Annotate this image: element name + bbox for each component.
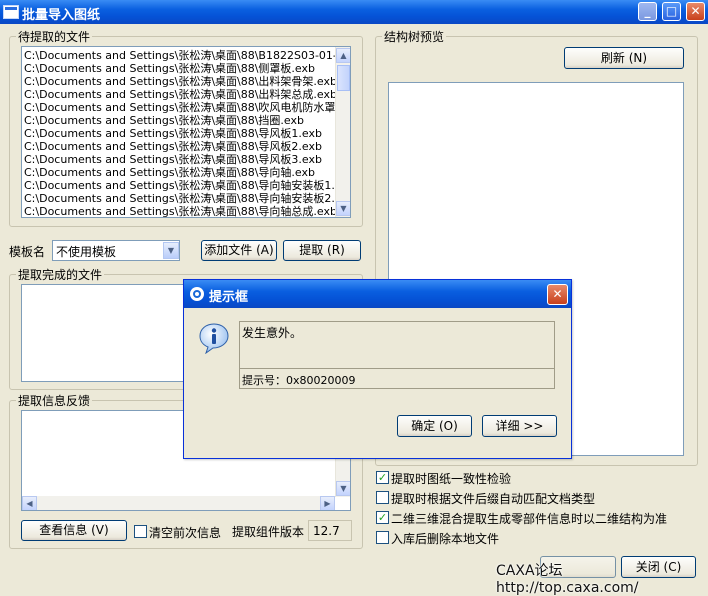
pending-file-item[interactable]: C:\Documents and Settings\张松涛\桌面\88\导向轴安… bbox=[22, 192, 335, 205]
close-button[interactable]: ✕ bbox=[686, 2, 705, 21]
pending-file-item[interactable]: C:\Documents and Settings\张松涛\桌面\88\导向轴.… bbox=[22, 166, 335, 179]
option-label: 二维三维混合提取生成零部件信息时以二维结构为准 bbox=[391, 512, 668, 526]
dialog-app-icon bbox=[190, 287, 204, 301]
feedback-hscroll[interactable]: ◀ ▶ bbox=[22, 496, 335, 510]
done-files-legend: 提取完成的文件 bbox=[18, 268, 103, 282]
pending-file-item[interactable]: C:\Documents and Settings\张松涛\桌面\88\导风板2… bbox=[22, 140, 335, 153]
chevron-down-icon[interactable]: ▼ bbox=[163, 242, 179, 259]
template-selected-value: 不使用模板 bbox=[56, 245, 117, 259]
message-box: 发生意外。 提示号：0x80020009 bbox=[239, 321, 555, 389]
window-icon bbox=[3, 5, 19, 19]
window-title: 批量导入图纸 bbox=[22, 8, 101, 23]
pending-files-scrollbar[interactable]: ▲ ▼ bbox=[335, 47, 350, 217]
extract-button[interactable]: 提取 (R) bbox=[283, 240, 361, 261]
pending-file-item[interactable]: C:\Documents and Settings\张松涛\桌面\88\导向轴总… bbox=[22, 205, 335, 217]
template-select[interactable]: 不使用模板 ▼ bbox=[52, 240, 180, 261]
scroll-right-arrow-icon[interactable]: ▶ bbox=[320, 496, 335, 510]
pending-files-legend: 待提取的文件 bbox=[18, 30, 91, 44]
message-dialog: 提示框 ✕ 发生意外。 提示号：0x80020009 确定 (O) 详细 >> bbox=[183, 279, 572, 459]
option-checkbox[interactable] bbox=[376, 531, 389, 544]
version-label: 提取组件版本 bbox=[232, 525, 305, 539]
scroll-thumb[interactable] bbox=[337, 65, 350, 91]
scroll-up-arrow-icon[interactable]: ▲ bbox=[336, 48, 350, 63]
pending-file-item[interactable]: C:\Documents and Settings\张松涛\桌面\88\挡圈.e… bbox=[22, 114, 335, 127]
pending-file-item[interactable]: C:\Documents and Settings\张松涛\桌面\88\导风板3… bbox=[22, 153, 335, 166]
feedback-legend: 提取信息反馈 bbox=[18, 394, 91, 408]
pending-file-item[interactable]: C:\Documents and Settings\张松涛\桌面\88\侧罩板.… bbox=[22, 62, 335, 75]
option-label: 提取时图纸一致性检验 bbox=[391, 472, 512, 486]
tree-preview-legend: 结构树预览 bbox=[384, 30, 445, 44]
clear-previous-label: 清空前次信息 bbox=[149, 526, 222, 540]
maximize-button[interactable]: □ bbox=[662, 2, 681, 21]
refresh-button[interactable]: 刷新 (N) bbox=[564, 47, 684, 69]
pending-files-list[interactable]: C:\Documents and Settings\张松涛\桌面\88\B182… bbox=[21, 46, 351, 218]
clear-previous-checkbox[interactable] bbox=[134, 525, 147, 538]
pending-file-item[interactable]: C:\Documents and Settings\张松涛\桌面\88\吹风电机… bbox=[22, 101, 335, 114]
option-label: 入库后删除本地文件 bbox=[391, 532, 500, 546]
template-label: 模板名 bbox=[9, 245, 46, 259]
pending-file-item[interactable]: C:\Documents and Settings\张松涛\桌面\88\B182… bbox=[22, 49, 335, 62]
option-checkbox[interactable]: ✓ bbox=[376, 471, 389, 484]
dialog-title: 提示框 bbox=[209, 290, 249, 305]
scroll-left-arrow-icon[interactable]: ◀ bbox=[22, 496, 37, 510]
dialog-close-icon[interactable]: ✕ bbox=[547, 284, 568, 305]
option-label: 提取时根据文件后缀自动匹配文档类型 bbox=[391, 492, 596, 506]
info-icon bbox=[198, 322, 230, 355]
version-value: 12.7 bbox=[308, 520, 352, 541]
dialog-error-code: 提示号：0x80020009 bbox=[242, 374, 356, 387]
add-file-button[interactable]: 添加文件 (A) bbox=[201, 240, 277, 261]
details-button[interactable]: 详细 >> bbox=[482, 415, 557, 437]
forum-watermark: CAXA论坛 http://top.caxa.com/ bbox=[496, 563, 639, 596]
minimize-button[interactable]: _ bbox=[638, 2, 657, 21]
pending-file-item[interactable]: C:\Documents and Settings\张松涛\桌面\88\出料架总… bbox=[22, 88, 335, 101]
scroll-down-arrow-icon[interactable]: ▼ bbox=[336, 481, 350, 496]
pending-files-items: C:\Documents and Settings\张松涛\桌面\88\B182… bbox=[22, 49, 335, 217]
pending-file-item[interactable]: C:\Documents and Settings\张松涛\桌面\88\导向轴安… bbox=[22, 179, 335, 192]
pending-file-item[interactable]: C:\Documents and Settings\张松涛\桌面\88\导风板1… bbox=[22, 127, 335, 140]
title-bar: 批量导入图纸 _ □ ✕ bbox=[0, 0, 708, 24]
ok-button[interactable]: 确定 (O) bbox=[397, 415, 472, 437]
pending-file-item[interactable]: C:\Documents and Settings\张松涛\桌面\88\出料架骨… bbox=[22, 75, 335, 88]
option-checkbox[interactable] bbox=[376, 491, 389, 504]
dialog-message: 发生意外。 bbox=[242, 326, 303, 340]
option-checkbox[interactable]: ✓ bbox=[376, 511, 389, 524]
dialog-title-bar: 提示框 ✕ bbox=[184, 280, 571, 308]
scroll-down-arrow-icon[interactable]: ▼ bbox=[336, 201, 350, 216]
view-info-button[interactable]: 查看信息 (V) bbox=[21, 520, 127, 541]
